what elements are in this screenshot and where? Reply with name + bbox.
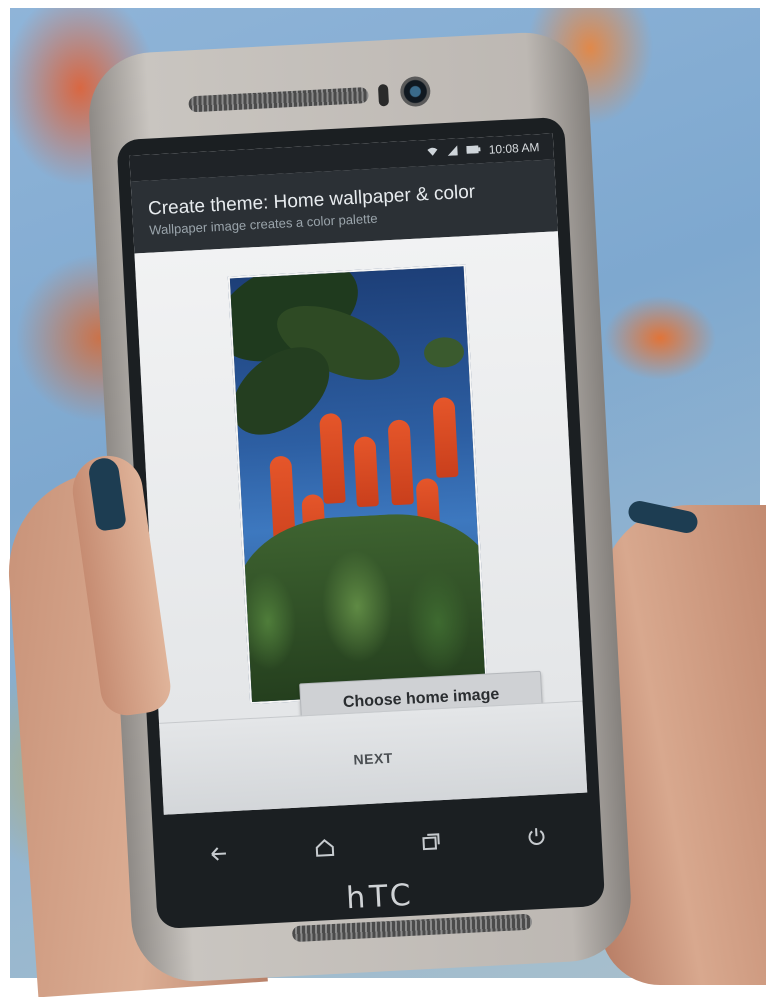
phone-front-panel: 10:08 AM Create theme: Home wallpaper & … [116, 116, 606, 930]
status-time: 10:08 AM [488, 140, 540, 157]
content-area: Choose home image [134, 231, 583, 728]
proximity-sensor [377, 83, 390, 107]
phone-device: 10:08 AM Create theme: Home wallpaper & … [86, 29, 634, 985]
signal-icon [446, 144, 459, 159]
wifi-icon [427, 146, 440, 160]
aloe-flower [319, 412, 346, 504]
aloe-flower [432, 396, 459, 478]
recent-apps-icon[interactable] [419, 831, 442, 858]
power-icon[interactable] [525, 826, 548, 853]
home-icon[interactable] [313, 837, 336, 864]
phone-screen: 10:08 AM Create theme: Home wallpaper & … [129, 133, 588, 815]
aloe-flower [353, 436, 379, 508]
battery-icon [466, 144, 481, 157]
back-icon[interactable] [207, 842, 230, 869]
next-button[interactable]: NEXT [353, 750, 393, 768]
aloe-flower [387, 419, 414, 506]
wallpaper-preview[interactable] [227, 264, 488, 705]
